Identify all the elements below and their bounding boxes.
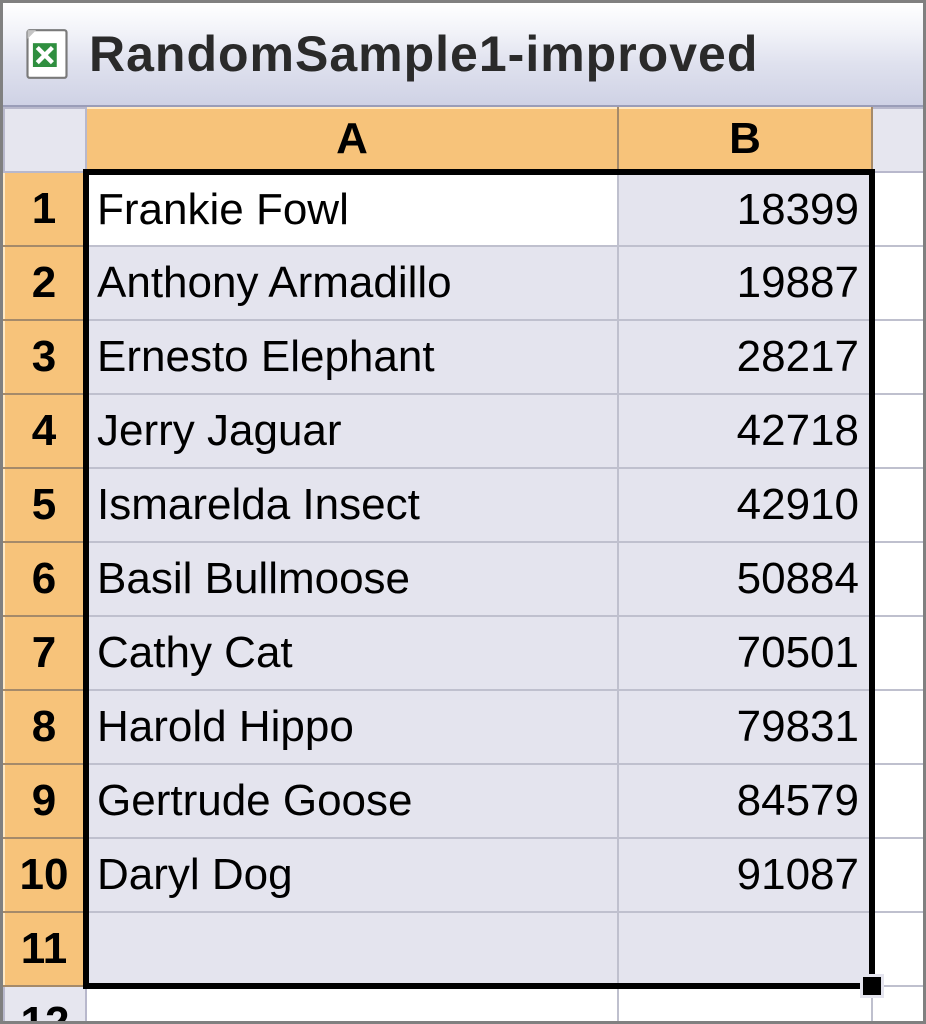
row-header[interactable]: 2 (4, 246, 86, 320)
row-header[interactable]: 1 (4, 172, 86, 246)
cell-b11[interactable] (618, 912, 872, 986)
cell-a2[interactable]: Anthony Armadillo (86, 246, 618, 320)
table-row: 6 Basil Bullmoose 50884 (4, 542, 923, 616)
selection-fill-handle[interactable] (860, 974, 884, 998)
cell-c4[interactable] (872, 394, 923, 468)
table-row: 3 Ernesto Elephant 28217 (4, 320, 923, 394)
row-header[interactable]: 10 (4, 838, 86, 912)
cell-a10[interactable]: Daryl Dog (86, 838, 618, 912)
row-header[interactable]: 9 (4, 764, 86, 838)
excel-window: RandomSample1-improved A B 1 Frankie Fow… (0, 0, 926, 1024)
cell-c6[interactable] (872, 542, 923, 616)
cell-c8[interactable] (872, 690, 923, 764)
cell-a5[interactable]: Ismarelda Insect (86, 468, 618, 542)
table-row: 11 (4, 912, 923, 986)
cell-c9[interactable] (872, 764, 923, 838)
cell-b2[interactable]: 19887 (618, 246, 872, 320)
excel-document-icon (21, 28, 73, 80)
spreadsheet-area[interactable]: A B 1 Frankie Fowl 18399 2 Anthony Armad… (3, 107, 923, 1021)
row-header[interactable]: 3 (4, 320, 86, 394)
cell-a1[interactable]: Frankie Fowl (86, 172, 618, 246)
cell-b12[interactable] (618, 986, 872, 1021)
column-header-row: A B (4, 108, 923, 172)
cell-a3[interactable]: Ernesto Elephant (86, 320, 618, 394)
cell-b4[interactable]: 42718 (618, 394, 872, 468)
cell-b10[interactable]: 91087 (618, 838, 872, 912)
cell-b3[interactable]: 28217 (618, 320, 872, 394)
cell-a12[interactable] (86, 986, 618, 1021)
row-header[interactable]: 6 (4, 542, 86, 616)
cell-c5[interactable] (872, 468, 923, 542)
cell-b5[interactable]: 42910 (618, 468, 872, 542)
row-header[interactable]: 5 (4, 468, 86, 542)
column-header-c[interactable] (872, 108, 923, 172)
document-title: RandomSample1-improved (89, 25, 758, 83)
row-header[interactable]: 11 (4, 912, 86, 986)
cell-c1[interactable] (872, 172, 923, 246)
table-row: 4 Jerry Jaguar 42718 (4, 394, 923, 468)
spreadsheet-grid: A B 1 Frankie Fowl 18399 2 Anthony Armad… (3, 107, 923, 1021)
table-row: 12 (4, 986, 923, 1021)
cell-a8[interactable]: Harold Hippo (86, 690, 618, 764)
row-header[interactable]: 12 (4, 986, 86, 1021)
cell-a7[interactable]: Cathy Cat (86, 616, 618, 690)
cell-c7[interactable] (872, 616, 923, 690)
cell-c2[interactable] (872, 246, 923, 320)
column-header-a[interactable]: A (86, 108, 618, 172)
cell-b7[interactable]: 70501 (618, 616, 872, 690)
table-row: 7 Cathy Cat 70501 (4, 616, 923, 690)
cell-a11[interactable] (86, 912, 618, 986)
cell-c10[interactable] (872, 838, 923, 912)
table-row: 8 Harold Hippo 79831 (4, 690, 923, 764)
cell-a4[interactable]: Jerry Jaguar (86, 394, 618, 468)
column-header-b[interactable]: B (618, 108, 872, 172)
table-row: 5 Ismarelda Insect 42910 (4, 468, 923, 542)
table-row: 10 Daryl Dog 91087 (4, 838, 923, 912)
table-row: 2 Anthony Armadillo 19887 (4, 246, 923, 320)
cell-a9[interactable]: Gertrude Goose (86, 764, 618, 838)
cell-b9[interactable]: 84579 (618, 764, 872, 838)
cell-b8[interactable]: 79831 (618, 690, 872, 764)
cell-c3[interactable] (872, 320, 923, 394)
row-header[interactable]: 4 (4, 394, 86, 468)
table-row: 9 Gertrude Goose 84579 (4, 764, 923, 838)
select-all-corner[interactable] (4, 108, 86, 172)
row-header[interactable]: 8 (4, 690, 86, 764)
titlebar[interactable]: RandomSample1-improved (3, 3, 923, 107)
cell-b1[interactable]: 18399 (618, 172, 872, 246)
row-header[interactable]: 7 (4, 616, 86, 690)
cell-b6[interactable]: 50884 (618, 542, 872, 616)
cell-a6[interactable]: Basil Bullmoose (86, 542, 618, 616)
table-row: 1 Frankie Fowl 18399 (4, 172, 923, 246)
